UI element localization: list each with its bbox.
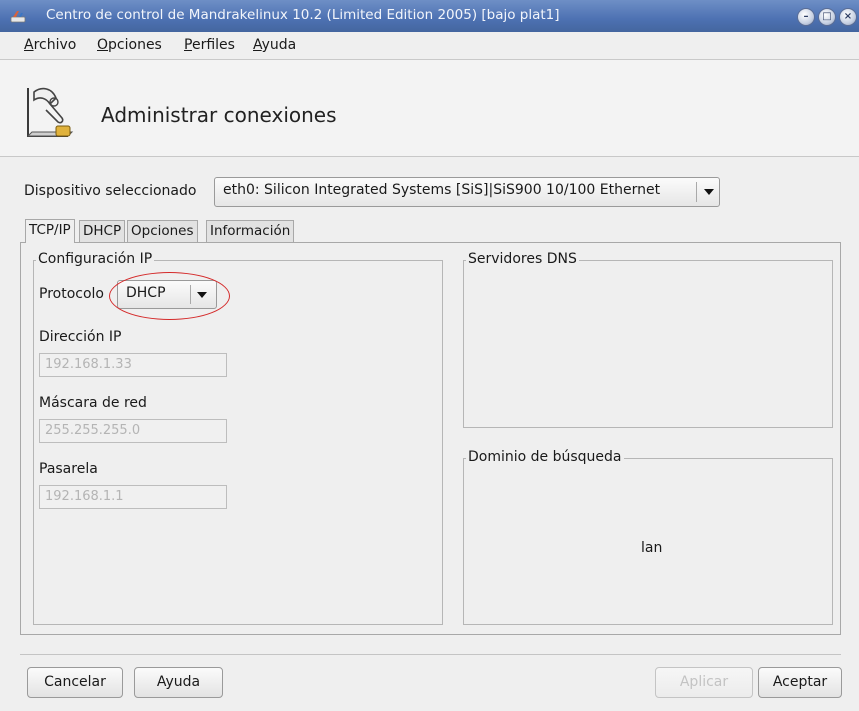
dns-servers-frame[interactable]	[463, 260, 833, 428]
search-domain-frame-title: Dominio de búsqueda	[466, 449, 624, 465]
ip-config-frame-title: Configuración IP	[36, 251, 155, 267]
tab-tcpip[interactable]: TCP/IP	[25, 219, 75, 243]
menu-bar: Archivo Opciones Perfiles Ayuda	[0, 32, 859, 60]
title-bar[interactable]: Centro de control de Mandrakelinux 10.2 …	[0, 0, 859, 32]
menu-archivo[interactable]: Archivo	[24, 37, 76, 53]
gateway-field[interactable]: 192.168.1.1	[39, 485, 227, 509]
page-title: Administrar conexiones	[101, 103, 337, 127]
netmask-label: Máscara de red	[39, 395, 147, 411]
menu-perfiles[interactable]: Perfiles	[184, 37, 235, 53]
menu-ayuda-label: yuda	[261, 37, 297, 53]
close-button[interactable]: ×	[839, 8, 857, 26]
ip-address-label: Dirección IP	[39, 329, 122, 345]
netmask-field[interactable]: 255.255.255.0	[39, 419, 227, 443]
menu-ayuda[interactable]: Ayuda	[253, 37, 296, 53]
gateway-label: Pasarela	[39, 461, 98, 477]
search-domain-value[interactable]: lan	[641, 540, 662, 556]
button-separator	[20, 654, 841, 655]
cancel-button[interactable]: Cancelar	[27, 667, 123, 698]
tab-dhcp[interactable]: DHCP	[79, 220, 126, 242]
protocol-combo[interactable]: DHCP	[117, 280, 217, 309]
accept-button[interactable]: Aceptar	[758, 667, 842, 698]
apply-button[interactable]: Aplicar	[655, 667, 753, 698]
menu-archivo-accel: A	[24, 37, 34, 53]
menu-ayuda-accel: A	[253, 37, 262, 53]
menu-opciones-label: pciones	[108, 37, 162, 53]
device-label: Dispositivo seleccionado	[24, 183, 197, 199]
chevron-down-icon	[704, 189, 714, 195]
network-tools-icon	[26, 87, 74, 137]
tab-informacion[interactable]: Información	[206, 220, 295, 242]
mandrake-app-icon	[10, 11, 26, 23]
menu-perfiles-accel: P	[184, 37, 192, 53]
menu-perfiles-label: erfiles	[191, 37, 235, 53]
combo-separator	[696, 182, 697, 202]
window-title: Centro de control de Mandrakelinux 10.2 …	[46, 7, 560, 23]
page-header: Administrar conexiones	[0, 60, 859, 157]
application-window: Centro de control de Mandrakelinux 10.2 …	[0, 0, 859, 711]
dns-servers-frame-title: Servidores DNS	[466, 251, 579, 267]
device-selected-value: eth0: Silicon Integrated Systems [SiS]|S…	[223, 182, 661, 198]
device-combo[interactable]: eth0: Silicon Integrated Systems [SiS]|S…	[214, 177, 720, 207]
minimize-button[interactable]: –	[797, 8, 815, 26]
menu-opciones[interactable]: Opciones	[97, 37, 162, 53]
menu-opciones-accel: O	[97, 37, 109, 53]
menu-archivo-label: rchivo	[33, 37, 77, 53]
ip-address-field[interactable]: 192.168.1.33	[39, 353, 227, 377]
protocol-label: Protocolo	[39, 286, 104, 302]
tab-opciones[interactable]: Opciones	[127, 220, 198, 242]
protocol-value: DHCP	[126, 285, 166, 301]
maximize-button[interactable]: □	[818, 8, 836, 26]
chevron-down-icon	[197, 292, 207, 298]
help-button[interactable]: Ayuda	[134, 667, 223, 698]
combo-separator	[190, 285, 191, 304]
